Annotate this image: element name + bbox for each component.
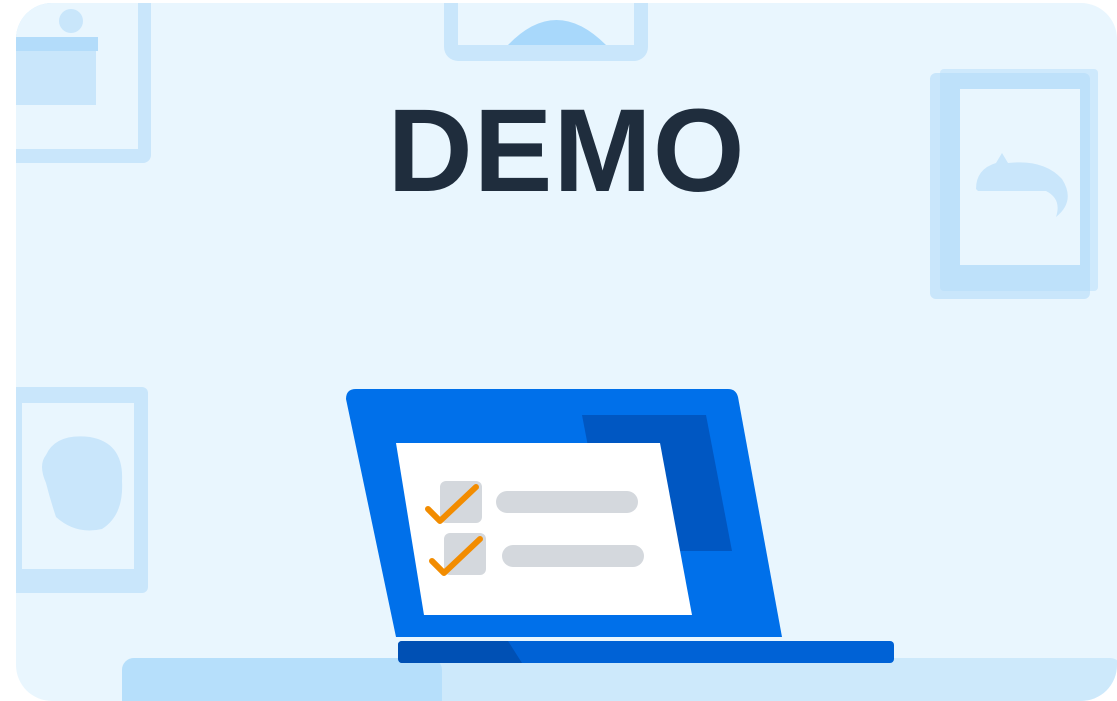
- laptop-illustration: [346, 389, 894, 663]
- demo-title: DEMO: [387, 85, 746, 217]
- wall-frame-top-center: [444, 3, 648, 61]
- wall-frame-left: [16, 387, 148, 593]
- checklist-line-2: [502, 545, 644, 567]
- desk: [122, 658, 1117, 701]
- checklist-line-1: [496, 491, 638, 513]
- demo-card: DEMO: [16, 3, 1117, 701]
